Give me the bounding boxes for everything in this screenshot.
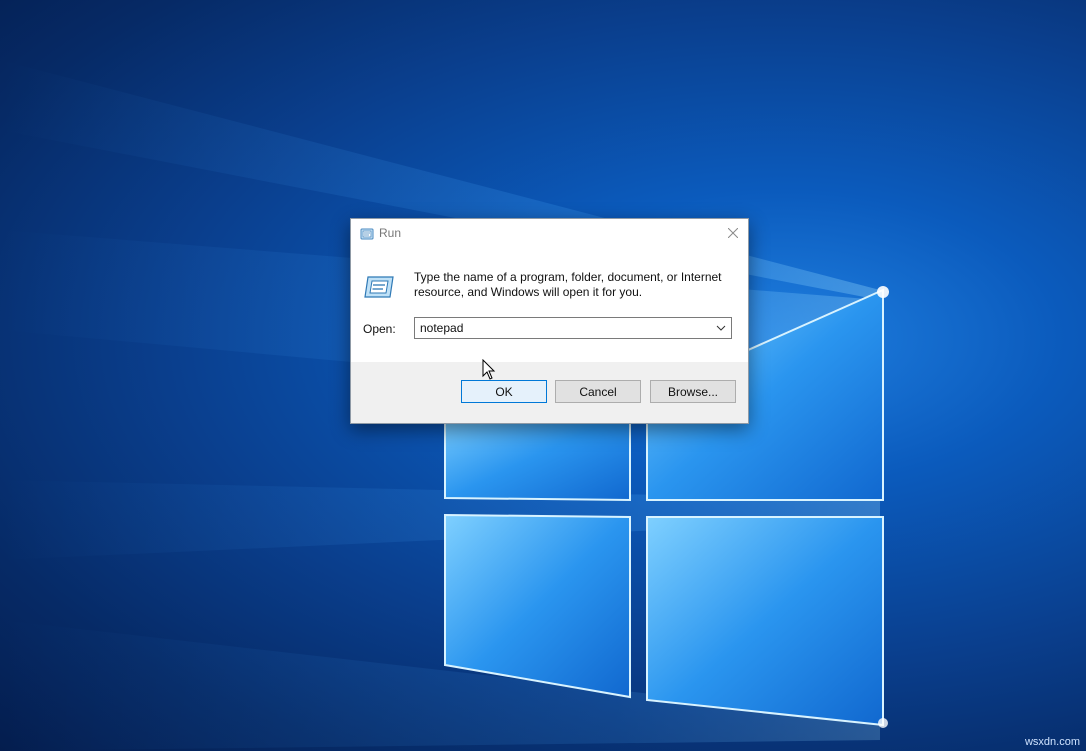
run-icon [363, 275, 395, 299]
close-icon [728, 228, 738, 238]
title-bar[interactable]: Run [351, 219, 748, 249]
chevron-down-icon [716, 325, 726, 331]
mouse-cursor-icon [482, 359, 496, 380]
run-icon [360, 227, 374, 240]
close-button[interactable] [718, 219, 748, 247]
ok-button[interactable]: OK [461, 380, 547, 403]
browse-button[interactable]: Browse... [650, 380, 736, 403]
run-dialog: Run Type the name of a program, folder, … [350, 218, 749, 424]
dialog-title: Run [379, 226, 402, 240]
dropdown-button[interactable] [711, 318, 731, 338]
dialog-body: Type the name of a program, folder, docu… [351, 249, 748, 362]
watermark: wsxdn.com [1024, 736, 1080, 748]
dialog-description: Type the name of a program, folder, docu… [414, 270, 722, 299]
open-label: Open: [363, 322, 396, 336]
button-bar: OK Cancel Browse... [351, 362, 748, 423]
cancel-button[interactable]: Cancel [555, 380, 641, 403]
open-combobox[interactable] [414, 317, 732, 339]
open-input[interactable] [415, 318, 710, 338]
